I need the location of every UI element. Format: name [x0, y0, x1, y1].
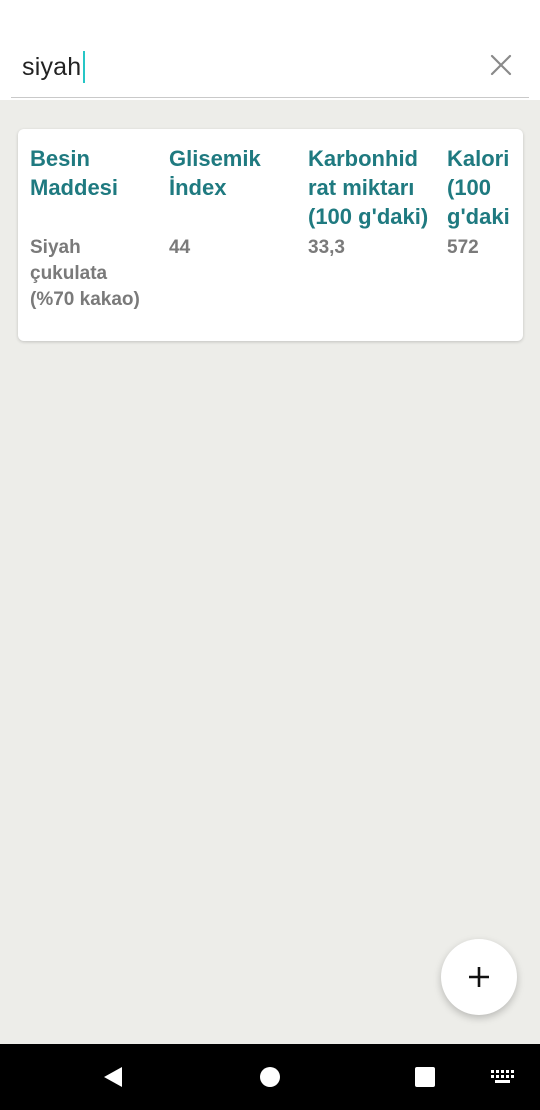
search-input[interactable]: siyah — [22, 48, 86, 86]
header-glisemik-index: Glisemik İndex — [169, 146, 261, 200]
system-nav-bar — [0, 1044, 540, 1110]
cell-glisemik-index: 44 — [169, 237, 191, 258]
keyboard-icon — [491, 1070, 514, 1083]
search-bar: siyah — [0, 0, 540, 100]
search-input-value[interactable]: siyah — [22, 53, 81, 82]
header-karbonhidrat: Karbonhid rat miktarı (100 g'daki) — [308, 146, 429, 229]
search-underline — [11, 97, 529, 98]
text-cursor — [83, 51, 86, 83]
nav-recents-button[interactable] — [414, 1066, 436, 1093]
header-besin-maddesi: Besin Maddesi — [30, 146, 119, 200]
cell-karbonhidrat: 33,3 — [308, 237, 345, 258]
nav-home-button[interactable] — [259, 1066, 281, 1093]
home-circle-icon — [260, 1067, 280, 1087]
header-kalori: Kalori (100 g'daki — [447, 146, 510, 229]
back-triangle-icon — [104, 1067, 122, 1087]
plus-icon — [469, 967, 489, 987]
clear-search-button[interactable] — [484, 48, 518, 82]
cell-kalori: 572 — [447, 237, 479, 258]
result-card[interactable]: Besin Maddesi Glisemik İndex Karbonhid r… — [18, 129, 523, 341]
close-icon — [490, 54, 512, 76]
nav-keyboard-button[interactable] — [490, 1068, 516, 1091]
nav-back-button[interactable] — [100, 1065, 124, 1094]
recents-square-icon — [415, 1067, 435, 1087]
add-button[interactable] — [441, 939, 517, 1015]
cell-besin-maddesi: Siyah çukulata (%70 kakao) — [30, 237, 140, 310]
